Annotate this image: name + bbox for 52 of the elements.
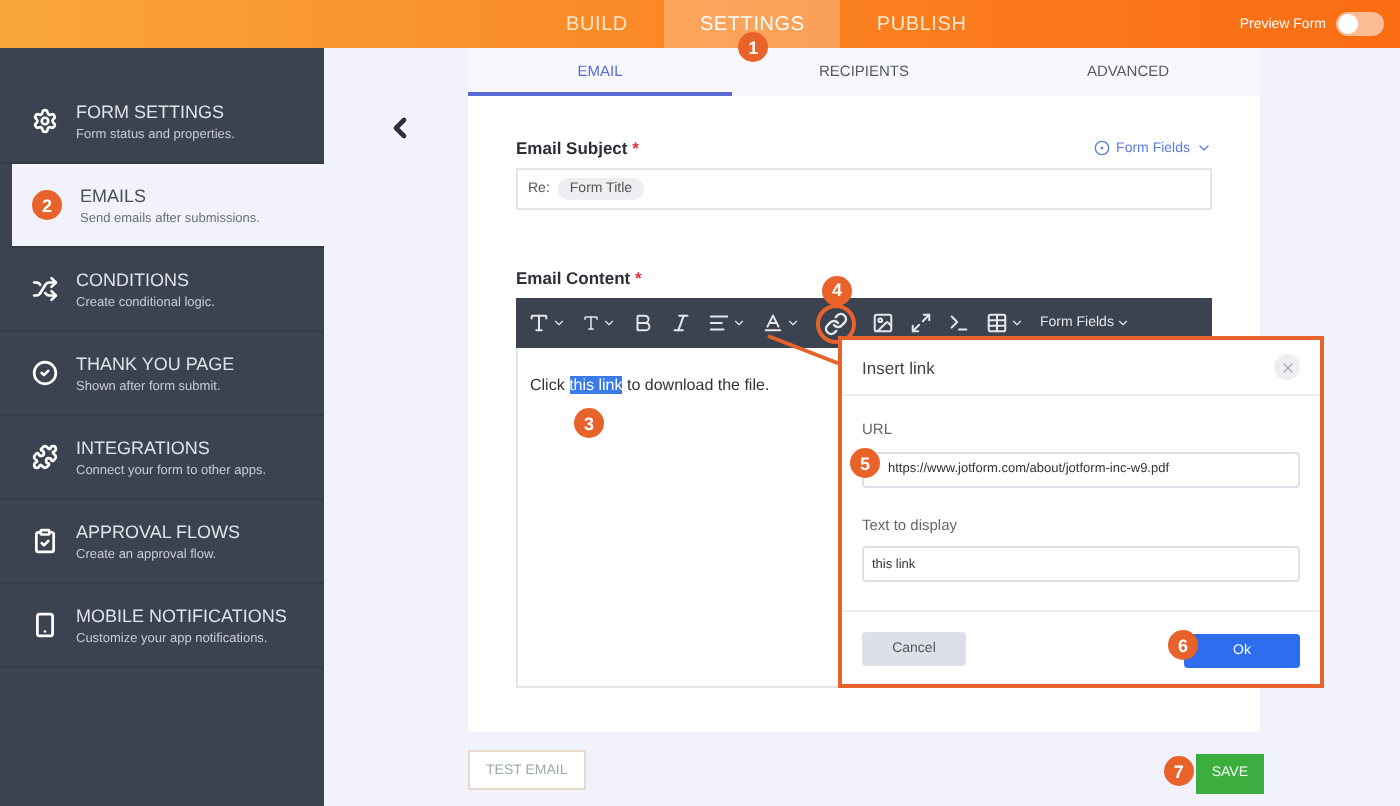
item-title: MOBILE NOTIFICATIONS [76,605,287,625]
item-title: EMAILS [80,185,149,205]
field-label: Email Content * [516,268,642,288]
item-title: APPROVAL FLOWS [76,521,241,541]
item-title: THANK YOU PAGE [76,353,235,373]
field-label: Email Subject * [516,138,639,158]
table-icon [986,312,1008,334]
preview-toggle[interactable] [1336,12,1384,36]
caret-icon [732,316,746,330]
text-icon [582,314,600,332]
bold-button[interactable] [632,312,654,334]
step-number: 7 [1163,756,1194,786]
gear-icon [32,108,58,134]
item-title: FORM SETTINGS [76,101,226,121]
text-size-button[interactable] [582,314,616,332]
caret-icon [602,316,616,330]
puzzle-icon [32,444,58,470]
check-circle-icon [32,360,58,386]
align-button[interactable] [708,312,746,334]
caret-icon [1010,316,1024,330]
phone-icon [32,612,58,638]
caret-icon [786,316,800,330]
dialog-title: Insert link [862,357,935,377]
font-size-button[interactable] [528,312,566,334]
shuffle-icon [32,276,58,302]
step-number: 4 [822,275,852,305]
text-color-icon [762,312,784,334]
image-button[interactable] [872,312,894,334]
selected-link[interactable]: this link [569,376,623,394]
caret-icon [1196,140,1212,156]
table-button[interactable] [986,312,1024,334]
italic-button[interactable] [670,312,692,334]
fullscreen-button[interactable] [910,312,932,334]
text-color-button[interactable] [762,312,800,334]
step-number: 5 [850,448,880,478]
step-number: 6 [1168,630,1198,660]
align-icon [708,312,730,334]
caret-icon [552,316,566,330]
item-title: INTEGRATIONS [76,437,212,457]
required-mark: * [635,268,642,288]
close-icon [1279,359,1295,375]
step-number: 1 [738,32,769,62]
text-icon [528,312,550,334]
required-mark: * [632,138,639,158]
item-title: CONDITIONS [76,269,192,289]
link-icon [824,311,848,335]
clipboard-check-icon [32,528,58,554]
step-number: 3 [574,408,604,438]
code-button[interactable] [948,312,970,334]
pin-icon [1094,140,1111,156]
caret-icon [1115,316,1130,330]
step-number: 2 [32,190,62,220]
